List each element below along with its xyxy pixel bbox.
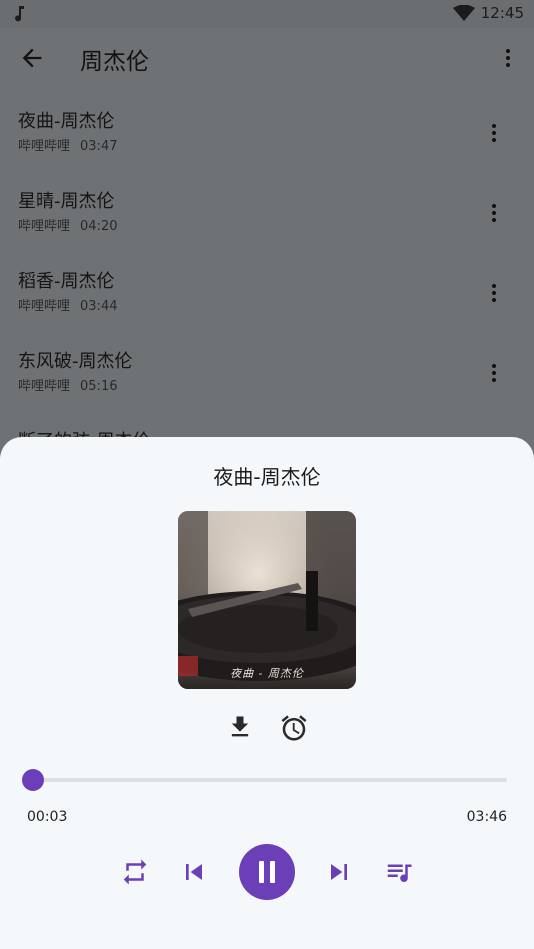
skip-previous-icon[interactable] <box>178 856 210 888</box>
song-list-item[interactable]: 星晴-周杰伦 哔哩哔哩 04:20 <box>0 187 534 267</box>
back-arrow-icon[interactable] <box>18 44 46 72</box>
song-source: 哔哩哔哩 <box>18 219 71 234</box>
song-duration: 03:47 <box>80 139 118 154</box>
current-time: 00:03 <box>27 809 68 825</box>
status-time: 12:45 <box>480 4 524 22</box>
now-playing-title: 夜曲-周杰伦 <box>213 465 321 489</box>
pause-icon <box>259 861 275 883</box>
status-right: 12:45 <box>452 4 524 22</box>
progress-track[interactable] <box>33 778 507 782</box>
song-duration: 05:16 <box>80 379 118 394</box>
page-title: 周杰伦 <box>80 49 149 75</box>
song-more-icon[interactable] <box>482 361 506 385</box>
queue-music-icon[interactable] <box>384 857 414 887</box>
song-title: 东风破-周杰伦 <box>18 351 133 372</box>
cover-caption: 夜曲 - 周杰伦 <box>230 667 304 680</box>
wifi-icon <box>452 5 475 21</box>
song-title: 星晴-周杰伦 <box>18 191 115 212</box>
song-duration: 03:44 <box>80 299 118 314</box>
song-source: 哔哩哔哩 <box>18 139 71 154</box>
song-meta: 哔哩哔哩 05:16 <box>18 375 117 394</box>
repeat-icon[interactable] <box>120 857 150 887</box>
album-cover: 夜曲 - 周杰伦 <box>178 511 356 689</box>
more-vert-icon[interactable] <box>496 46 520 70</box>
alarm-icon[interactable] <box>279 713 309 743</box>
song-source: 哔哩哔哩 <box>18 299 71 314</box>
music-note-icon <box>15 6 24 22</box>
song-meta: 哔哩哔哩 04:20 <box>18 215 117 234</box>
pause-button[interactable] <box>239 844 295 900</box>
song-list-item[interactable]: 东风破-周杰伦 哔哩哔哩 05:16 <box>0 347 534 427</box>
song-title: 稻香-周杰伦 <box>18 271 115 292</box>
song-list-item[interactable]: 稻香-周杰伦 哔哩哔哩 03:44 <box>0 267 534 347</box>
song-more-icon[interactable] <box>482 121 506 145</box>
song-more-icon[interactable] <box>482 281 506 305</box>
song-more-icon[interactable] <box>482 201 506 225</box>
progress-thumb[interactable] <box>22 769 44 791</box>
song-meta: 哔哩哔哩 03:44 <box>18 295 117 314</box>
status-bar: 12:45 <box>0 0 534 28</box>
download-icon[interactable] <box>226 713 254 741</box>
app-bar: 周杰伦 <box>0 28 534 88</box>
song-meta: 哔哩哔哩 03:47 <box>18 135 117 154</box>
song-list-item[interactable]: 夜曲-周杰伦 哔哩哔哩 03:47 <box>0 107 534 187</box>
song-duration: 04:20 <box>80 219 118 234</box>
skip-next-icon[interactable] <box>323 856 355 888</box>
song-source: 哔哩哔哩 <box>18 379 71 394</box>
now-playing-sheet: 夜曲-周杰伦 夜曲 - 周杰伦 00:03 03:46 <box>0 437 534 949</box>
song-title: 夜曲-周杰伦 <box>18 111 115 132</box>
total-time: 03:46 <box>466 809 507 825</box>
album-art-image <box>178 511 356 689</box>
